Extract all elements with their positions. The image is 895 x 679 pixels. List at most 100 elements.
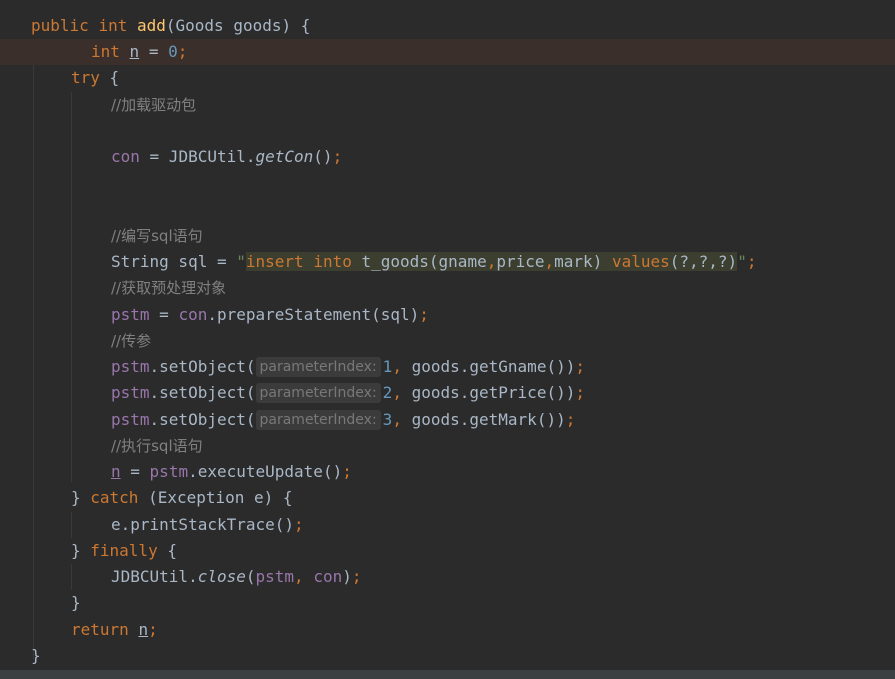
code-line[interactable]: //执行sql语句	[0, 433, 895, 459]
field-pstm: pstm	[149, 462, 189, 481]
assign-expr: = JDBCUtil.	[139, 147, 256, 166]
code-line[interactable]: con = JDBCUtil.getCon();	[0, 144, 895, 170]
keyword-finally: finally	[90, 541, 158, 560]
sql-comma: ,	[544, 252, 555, 271]
field-pstm: pstm	[111, 410, 150, 429]
comment: //加载驱动包	[111, 96, 197, 114]
sql-column: price	[496, 252, 545, 271]
method-call: .setObject(	[149, 410, 256, 429]
code-line[interactable]: pstm.setObject(parameterIndex: 1, goods.g…	[0, 354, 895, 380]
code-line[interactable]: //传参	[0, 328, 895, 354]
brace: }	[71, 541, 91, 560]
semicolon: ;	[294, 515, 304, 534]
method-call: .setObject(	[149, 383, 256, 402]
semicolon: ;	[575, 357, 585, 376]
code-line[interactable]: pstm.setObject(parameterIndex: 3, goods.g…	[0, 407, 895, 433]
number-literal: 2	[382, 383, 393, 402]
operator: =	[120, 462, 150, 481]
method-call: .executeUpdate()	[188, 462, 343, 481]
field-pstm: pstm	[255, 567, 295, 586]
variable-n: n	[129, 42, 140, 61]
number-literal: 1	[382, 357, 393, 376]
semicolon: ;	[575, 383, 585, 402]
sql-params: (?,?,?)	[669, 252, 738, 271]
code-line[interactable]: }	[0, 590, 895, 616]
code-line[interactable]: //获取预处理对象	[0, 275, 895, 301]
sql-column: mark)	[554, 252, 612, 271]
code-line[interactable]: public int add(Goods goods) {	[0, 13, 895, 39]
brace: }	[71, 488, 91, 507]
code-line[interactable]: String sql = "insert into t_goods(gname,…	[0, 249, 895, 275]
comment: //获取预处理对象	[111, 279, 227, 297]
string-decl: String sql =	[111, 252, 237, 271]
code-line[interactable]: pstm = con.prepareStatement(sql);	[0, 302, 895, 328]
code-line[interactable]: n = pstm.executeUpdate();	[0, 459, 895, 485]
code-line[interactable]: JDBCUtil.close(pstm, con);	[0, 564, 895, 590]
class-ref: JDBCUtil.	[111, 567, 198, 586]
comment: //执行sql语句	[111, 437, 203, 455]
quote: "	[737, 252, 747, 271]
comment: //传参	[111, 332, 152, 350]
code-line[interactable]: try {	[0, 65, 895, 91]
field-pstm: pstm	[111, 357, 150, 376]
parameter-hint: parameterIndex:	[255, 410, 381, 430]
sql-table: t_goods(gname	[351, 252, 487, 271]
static-method: getCon	[255, 147, 314, 166]
comma: ,	[392, 383, 402, 402]
semicolon: ;	[746, 252, 757, 271]
semicolon: ;	[565, 410, 576, 429]
parameter-hint: parameterIndex:	[255, 357, 381, 377]
semicolon: ;	[332, 147, 343, 166]
operator: =	[149, 305, 179, 324]
brace: }	[71, 593, 81, 612]
sql-keyword: insert	[245, 252, 304, 271]
brace: {	[157, 541, 177, 560]
quote: "	[236, 252, 246, 271]
variable-n: n	[111, 462, 121, 481]
keyword-public: public	[31, 16, 89, 35]
method-arg: goods.getMark())	[401, 410, 566, 429]
code-line[interactable]: }	[0, 643, 895, 669]
code-line[interactable]: } catch (Exception e) {	[0, 485, 895, 511]
semicolon: ;	[351, 567, 362, 586]
paren: (	[245, 567, 256, 586]
number-literal: 0	[168, 42, 178, 61]
keyword-try: try	[71, 68, 100, 87]
sql-comma: ,	[486, 252, 497, 271]
number-literal: 3	[382, 410, 393, 429]
semicolon: ;	[148, 620, 158, 639]
field-con: con	[178, 305, 208, 324]
method-name: add	[136, 16, 166, 35]
code-line[interactable]: //加载驱动包	[0, 92, 895, 118]
method-call: .prepareStatement(sql)	[207, 305, 420, 324]
code-line[interactable]: } finally {	[0, 538, 895, 564]
field-pstm: pstm	[111, 383, 150, 402]
field-con: con	[111, 147, 140, 166]
semicolon: ;	[177, 42, 188, 61]
field-con: con	[313, 567, 343, 586]
comment: //编写sql语句	[111, 227, 203, 245]
comma: ,	[392, 410, 402, 429]
method-call: .setObject(	[149, 357, 256, 376]
sql-injection-block: insert into t_goods(gname,price,mark) va…	[245, 252, 738, 271]
brace: {	[99, 68, 120, 87]
catch-params: (Exception e) {	[138, 488, 293, 507]
sql-keyword: into	[313, 252, 352, 271]
code-line-highlighted[interactable]: int n = 0;	[0, 39, 895, 65]
code-line[interactable]: //编写sql语句	[0, 223, 895, 249]
variable-n: n	[138, 620, 149, 639]
semicolon: ;	[419, 305, 429, 324]
code-editor[interactable]: public int add(Goods goods) { int n = 0;…	[0, 0, 895, 670]
keyword-int: int	[91, 42, 120, 61]
code-line[interactable]: return n;	[0, 617, 895, 643]
comma: ,	[392, 357, 402, 376]
method-call: e.printStackTrace()	[111, 515, 295, 534]
parameter-hint: parameterIndex:	[255, 383, 381, 403]
call-parens: ()	[313, 147, 333, 166]
code-line[interactable]: pstm.setObject(parameterIndex: 2, goods.g…	[0, 380, 895, 406]
code-line[interactable]: e.printStackTrace();	[0, 512, 895, 538]
static-method: close	[197, 567, 246, 586]
horizontal-scrollbar[interactable]	[0, 670, 895, 679]
keyword-catch: catch	[90, 488, 139, 507]
